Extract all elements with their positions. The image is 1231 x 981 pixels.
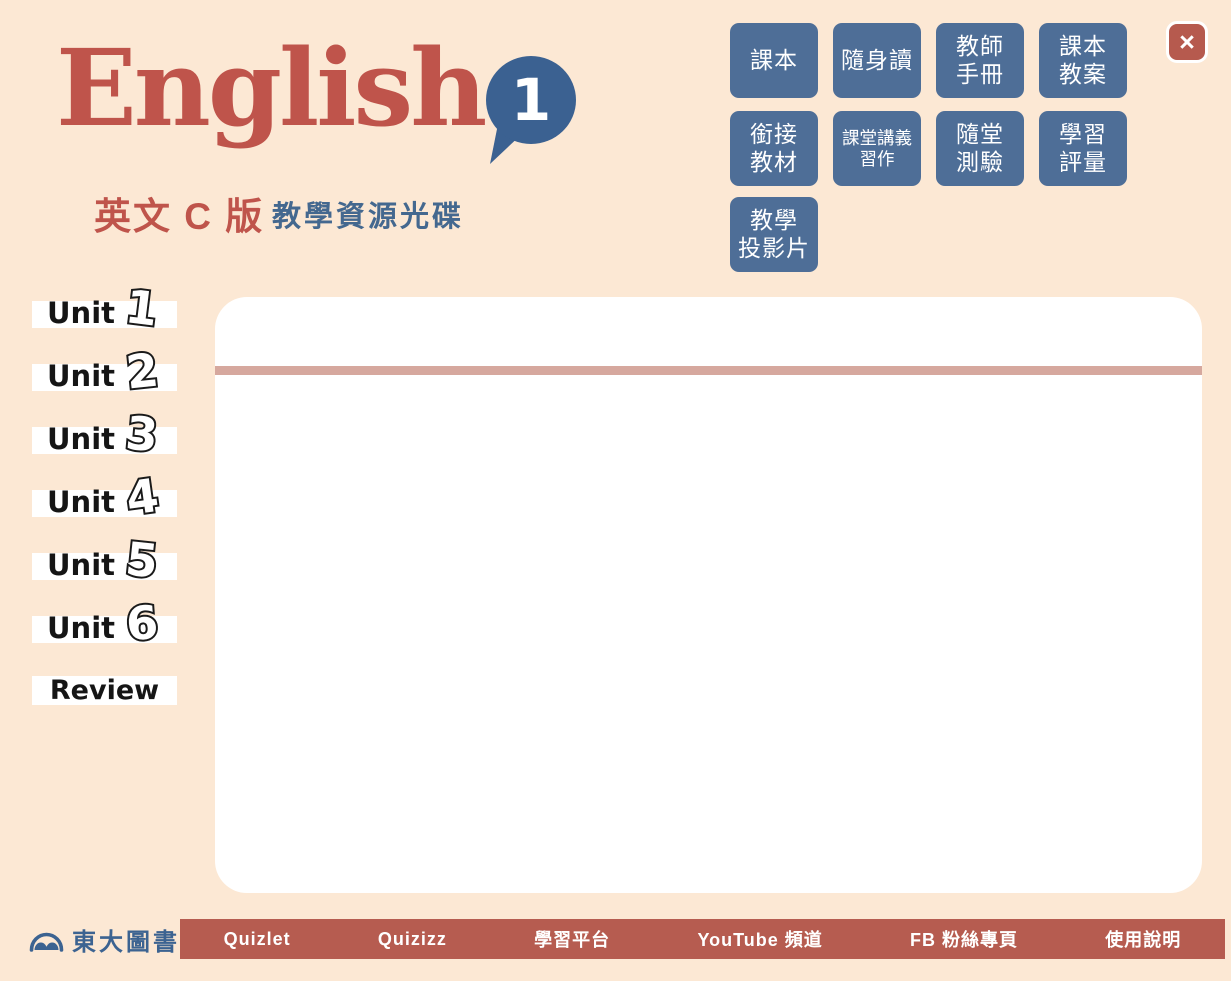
unit-number: 2 <box>123 342 160 399</box>
toolbar-button-bridge-material[interactable]: 銜接 教材 <box>730 111 818 186</box>
app-logo-english: English <box>56 30 484 147</box>
footer-link-fb-fanpage[interactable]: FB 粉絲專頁 <box>910 926 1018 952</box>
unit-number: 5 <box>123 531 160 588</box>
unit-number-graphic: 5 <box>114 528 174 588</box>
sidebar-item-unit-2[interactable]: Unit 2 <box>32 364 177 391</box>
toolbar-button-assessment[interactable]: 學習 評量 <box>1039 111 1127 186</box>
arch-bridge-icon <box>28 923 65 955</box>
close-button[interactable]: × <box>1166 21 1208 63</box>
unit-label: Unit <box>47 362 115 391</box>
sidebar-item-review[interactable]: Review <box>32 676 177 705</box>
review-label: Review <box>50 675 159 706</box>
unit-label: Unit <box>47 551 115 580</box>
unit-number: 1 <box>123 279 161 336</box>
sidebar-item-unit-4[interactable]: Unit 4 <box>32 490 177 517</box>
footer-link-learning-platform[interactable]: 學習平台 <box>534 926 610 952</box>
content-panel <box>215 297 1202 893</box>
unit-number-graphic: 3 <box>114 402 174 462</box>
unit-label: Unit <box>47 488 115 517</box>
edition-subtitle: 英文 C 版 <box>94 186 264 240</box>
sidebar-item-unit-5[interactable]: Unit 5 <box>32 553 177 580</box>
unit-label: Unit <box>47 299 115 328</box>
footer-link-user-guide[interactable]: 使用說明 <box>1105 926 1181 952</box>
unit-number: 3 <box>124 406 161 462</box>
footer-bar: Quizlet Quizizz 學習平台 YouTube 頻道 FB 粉絲專頁 … <box>180 919 1225 959</box>
toolbar-button-pocket-reader[interactable]: 隨身讀 <box>833 23 921 98</box>
panel-divider <box>215 366 1202 375</box>
volume-number-badge: 1 <box>486 56 576 144</box>
unit-label: Unit <box>47 425 115 454</box>
toolbar-button-quiz[interactable]: 隨堂 測驗 <box>936 111 1024 186</box>
footer-link-youtube-channel[interactable]: YouTube 頻道 <box>697 926 822 952</box>
unit-label: Unit <box>47 614 115 643</box>
sidebar-item-unit-1[interactable]: Unit 1 <box>32 301 177 328</box>
toolbar-button-textbook[interactable]: 課本 <box>730 23 818 98</box>
toolbar-button-teacher-manual[interactable]: 教師 手冊 <box>936 23 1024 98</box>
unit-number-graphic: 6 <box>114 591 174 651</box>
sidebar-item-unit-6[interactable]: Unit 6 <box>32 616 177 643</box>
unit-number-graphic: 1 <box>114 276 174 336</box>
unit-number: 6 <box>124 595 160 651</box>
sidebar-item-unit-3[interactable]: Unit 3 <box>32 427 177 454</box>
unit-number: 4 <box>123 468 162 525</box>
disc-subtitle: 教學資源光碟 <box>272 193 464 235</box>
toolbar-button-teaching-slides[interactable]: 教學 投影片 <box>730 197 818 272</box>
app-window: English 1 英文 C 版 教學資源光碟 課本 隨身讀 教師 手冊 課本 … <box>0 0 1231 981</box>
unit-number-graphic: 2 <box>114 339 174 399</box>
toolbar-button-lesson-plan[interactable]: 課本 教案 <box>1039 23 1127 98</box>
unit-number-graphic: 4 <box>114 465 174 525</box>
toolbar-button-handout-workbook[interactable]: 課堂講義 習作 <box>833 111 921 186</box>
footer-link-quizizz[interactable]: Quizizz <box>378 929 447 950</box>
footer-link-quizlet[interactable]: Quizlet <box>224 929 291 950</box>
close-icon: × <box>1179 29 1195 56</box>
